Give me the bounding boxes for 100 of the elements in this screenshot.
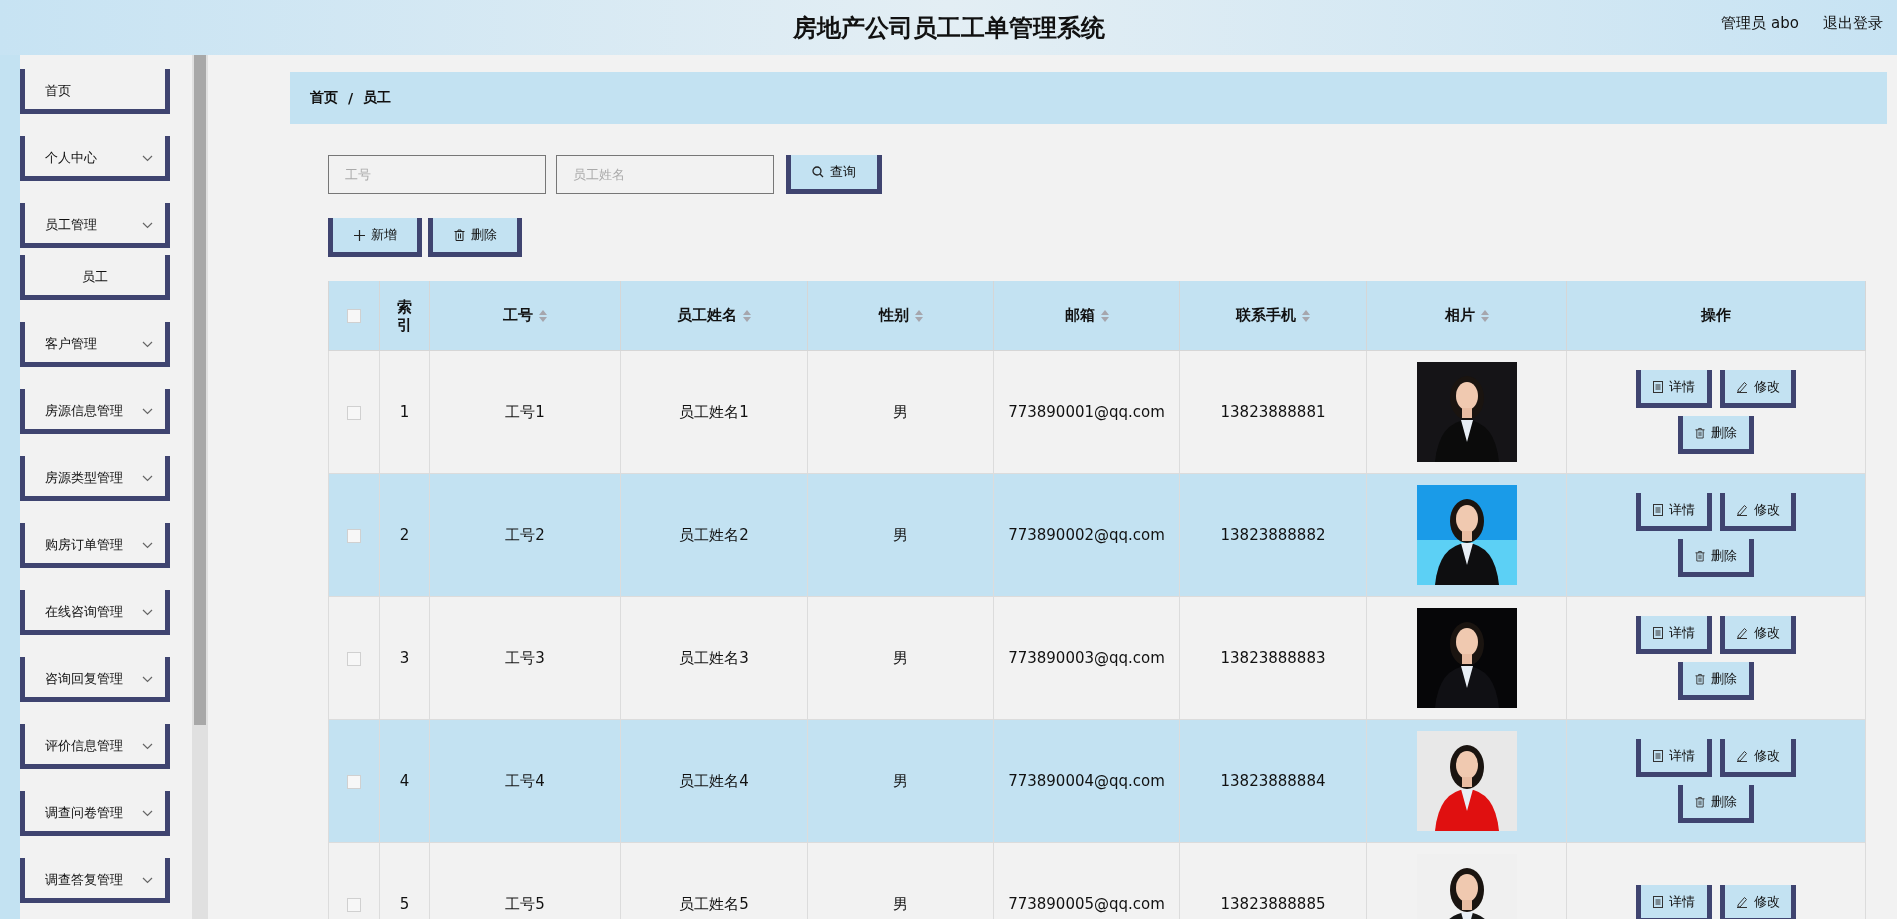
table-cell: 员工姓名1 — [679, 402, 749, 421]
table-cell: 男 — [893, 771, 908, 790]
edit-button[interactable]: 修改 — [1720, 493, 1796, 531]
table-cell: 工号2 — [505, 525, 545, 544]
checkbox[interactable] — [347, 774, 361, 789]
checkbox[interactable] — [347, 897, 361, 912]
sidebar-item[interactable]: 调查答复管理 — [20, 858, 170, 903]
delete-button[interactable]: 删除 — [1678, 662, 1754, 700]
caret-icon — [142, 809, 153, 817]
caret-icon — [142, 154, 153, 162]
table-cell: 13823888885 — [1220, 895, 1326, 913]
breadcrumb-link[interactable]: 首页 — [310, 89, 338, 107]
sidebar-item[interactable]: 在线咨询管理 — [20, 590, 170, 635]
document-icon — [1653, 626, 1663, 639]
table-cell: 员工姓名5 — [679, 894, 749, 913]
delete-button[interactable]: 删除 — [1678, 539, 1754, 577]
checkbox[interactable] — [347, 528, 361, 543]
caret-icon — [142, 742, 153, 750]
caret-icon — [142, 876, 153, 884]
checkbox[interactable] — [347, 405, 361, 420]
trash-icon — [1695, 795, 1705, 808]
search-icon — [812, 166, 824, 178]
sort-icon[interactable] — [914, 309, 923, 322]
breadcrumb-separator: / — [348, 90, 354, 106]
sidebar-item[interactable]: 客户管理 — [20, 322, 170, 367]
edit-button[interactable]: 修改 — [1720, 616, 1796, 654]
user-label: 管理员 abo — [1721, 14, 1799, 33]
checkbox[interactable] — [347, 309, 361, 323]
breadcrumb-link[interactable]: 员工 — [363, 89, 392, 107]
scrollbar-thumb[interactable] — [194, 55, 206, 725]
sort-icon[interactable] — [743, 309, 751, 322]
sidebar-item[interactable]: 个人中心 — [20, 136, 170, 181]
document-icon — [1653, 380, 1663, 393]
detail-button[interactable]: 详情 — [1636, 493, 1712, 531]
caret-icon — [142, 474, 153, 482]
sort-icon[interactable] — [1480, 309, 1489, 322]
caret-icon — [142, 541, 153, 549]
detail-button[interactable]: 详情 — [1636, 616, 1712, 654]
edit-button[interactable]: 修改 — [1720, 885, 1796, 919]
table-cell: 13823888882 — [1220, 526, 1326, 544]
table-cell: 13823888881 — [1220, 403, 1326, 421]
table-cell: 员工姓名4 — [679, 771, 749, 790]
pencil-icon — [1736, 503, 1748, 516]
table-cell: 773890004@qq.com — [1008, 772, 1165, 790]
delete-button[interactable]: 删除 — [1678, 785, 1754, 823]
search-field[interactable]: 员工姓名 — [556, 155, 774, 194]
caret-icon — [142, 608, 153, 616]
plus-icon — [353, 229, 365, 241]
caret-icon — [142, 407, 153, 415]
search-field[interactable]: 工号 — [328, 155, 546, 194]
sort-icon[interactable] — [1302, 309, 1310, 322]
table-cell: 773890002@qq.com — [1008, 526, 1165, 544]
delete-button[interactable]: 删除 — [428, 218, 522, 257]
table-cell: 13823888884 — [1220, 772, 1326, 790]
checkbox[interactable] — [347, 651, 361, 666]
caret-icon — [142, 221, 153, 229]
trash-icon — [453, 229, 465, 241]
table-cell: 男 — [893, 894, 908, 913]
trash-icon — [1695, 672, 1705, 685]
table-cell: 工号4 — [505, 771, 545, 790]
column-header: 员工姓名 — [677, 306, 737, 325]
edit-button[interactable]: 修改 — [1720, 739, 1796, 777]
logout-link[interactable]: 退出登录 — [1823, 14, 1883, 33]
column-header: 相片 — [1444, 306, 1475, 325]
column-header: 联系手机 — [1236, 306, 1296, 325]
column-header: 性别 — [878, 306, 909, 325]
column-header: 操作 — [1701, 306, 1731, 325]
detail-button[interactable]: 详情 — [1636, 739, 1712, 777]
sidebar-subitem[interactable]: 员工 — [20, 255, 170, 300]
pencil-icon — [1736, 895, 1748, 908]
document-icon — [1653, 503, 1663, 516]
trash-icon — [1695, 549, 1705, 562]
edit-button[interactable]: 修改 — [1720, 370, 1796, 408]
table-cell: 2 — [399, 526, 410, 544]
add-button[interactable]: 新增 — [328, 218, 422, 257]
sidebar-item[interactable]: 调查问卷管理 — [20, 791, 170, 836]
table-cell: 773890005@qq.com — [1008, 895, 1165, 913]
detail-button[interactable]: 详情 — [1636, 885, 1712, 919]
detail-button[interactable]: 详情 — [1636, 370, 1712, 408]
caret-icon — [142, 340, 153, 348]
sidebar-item[interactable]: 房源信息管理 — [20, 389, 170, 434]
table-cell: 男 — [893, 648, 908, 667]
document-icon — [1653, 749, 1663, 762]
sidebar-item[interactable]: 购房订单管理 — [20, 523, 170, 568]
table-cell: 男 — [893, 525, 908, 544]
search-button[interactable]: 查询 — [786, 155, 882, 194]
table-cell: 4 — [399, 772, 410, 790]
sidebar-item[interactable]: 员工管理 — [20, 203, 170, 248]
table-cell: 员工姓名2 — [679, 525, 749, 544]
sidebar-item[interactable]: 评价信息管理 — [20, 724, 170, 769]
table-cell: 员工姓名3 — [679, 648, 749, 667]
sidebar-item[interactable]: 咨询回复管理 — [20, 657, 170, 702]
sort-icon[interactable] — [539, 309, 547, 322]
table-cell: 1 — [399, 403, 410, 421]
sort-icon[interactable] — [1100, 309, 1109, 322]
sidebar-item[interactable]: 房源类型管理 — [20, 456, 170, 501]
table-cell: 5 — [399, 895, 410, 913]
table-cell: 3 — [399, 649, 410, 667]
sidebar-item[interactable]: 首页 — [20, 69, 170, 114]
delete-button[interactable]: 删除 — [1678, 416, 1754, 454]
